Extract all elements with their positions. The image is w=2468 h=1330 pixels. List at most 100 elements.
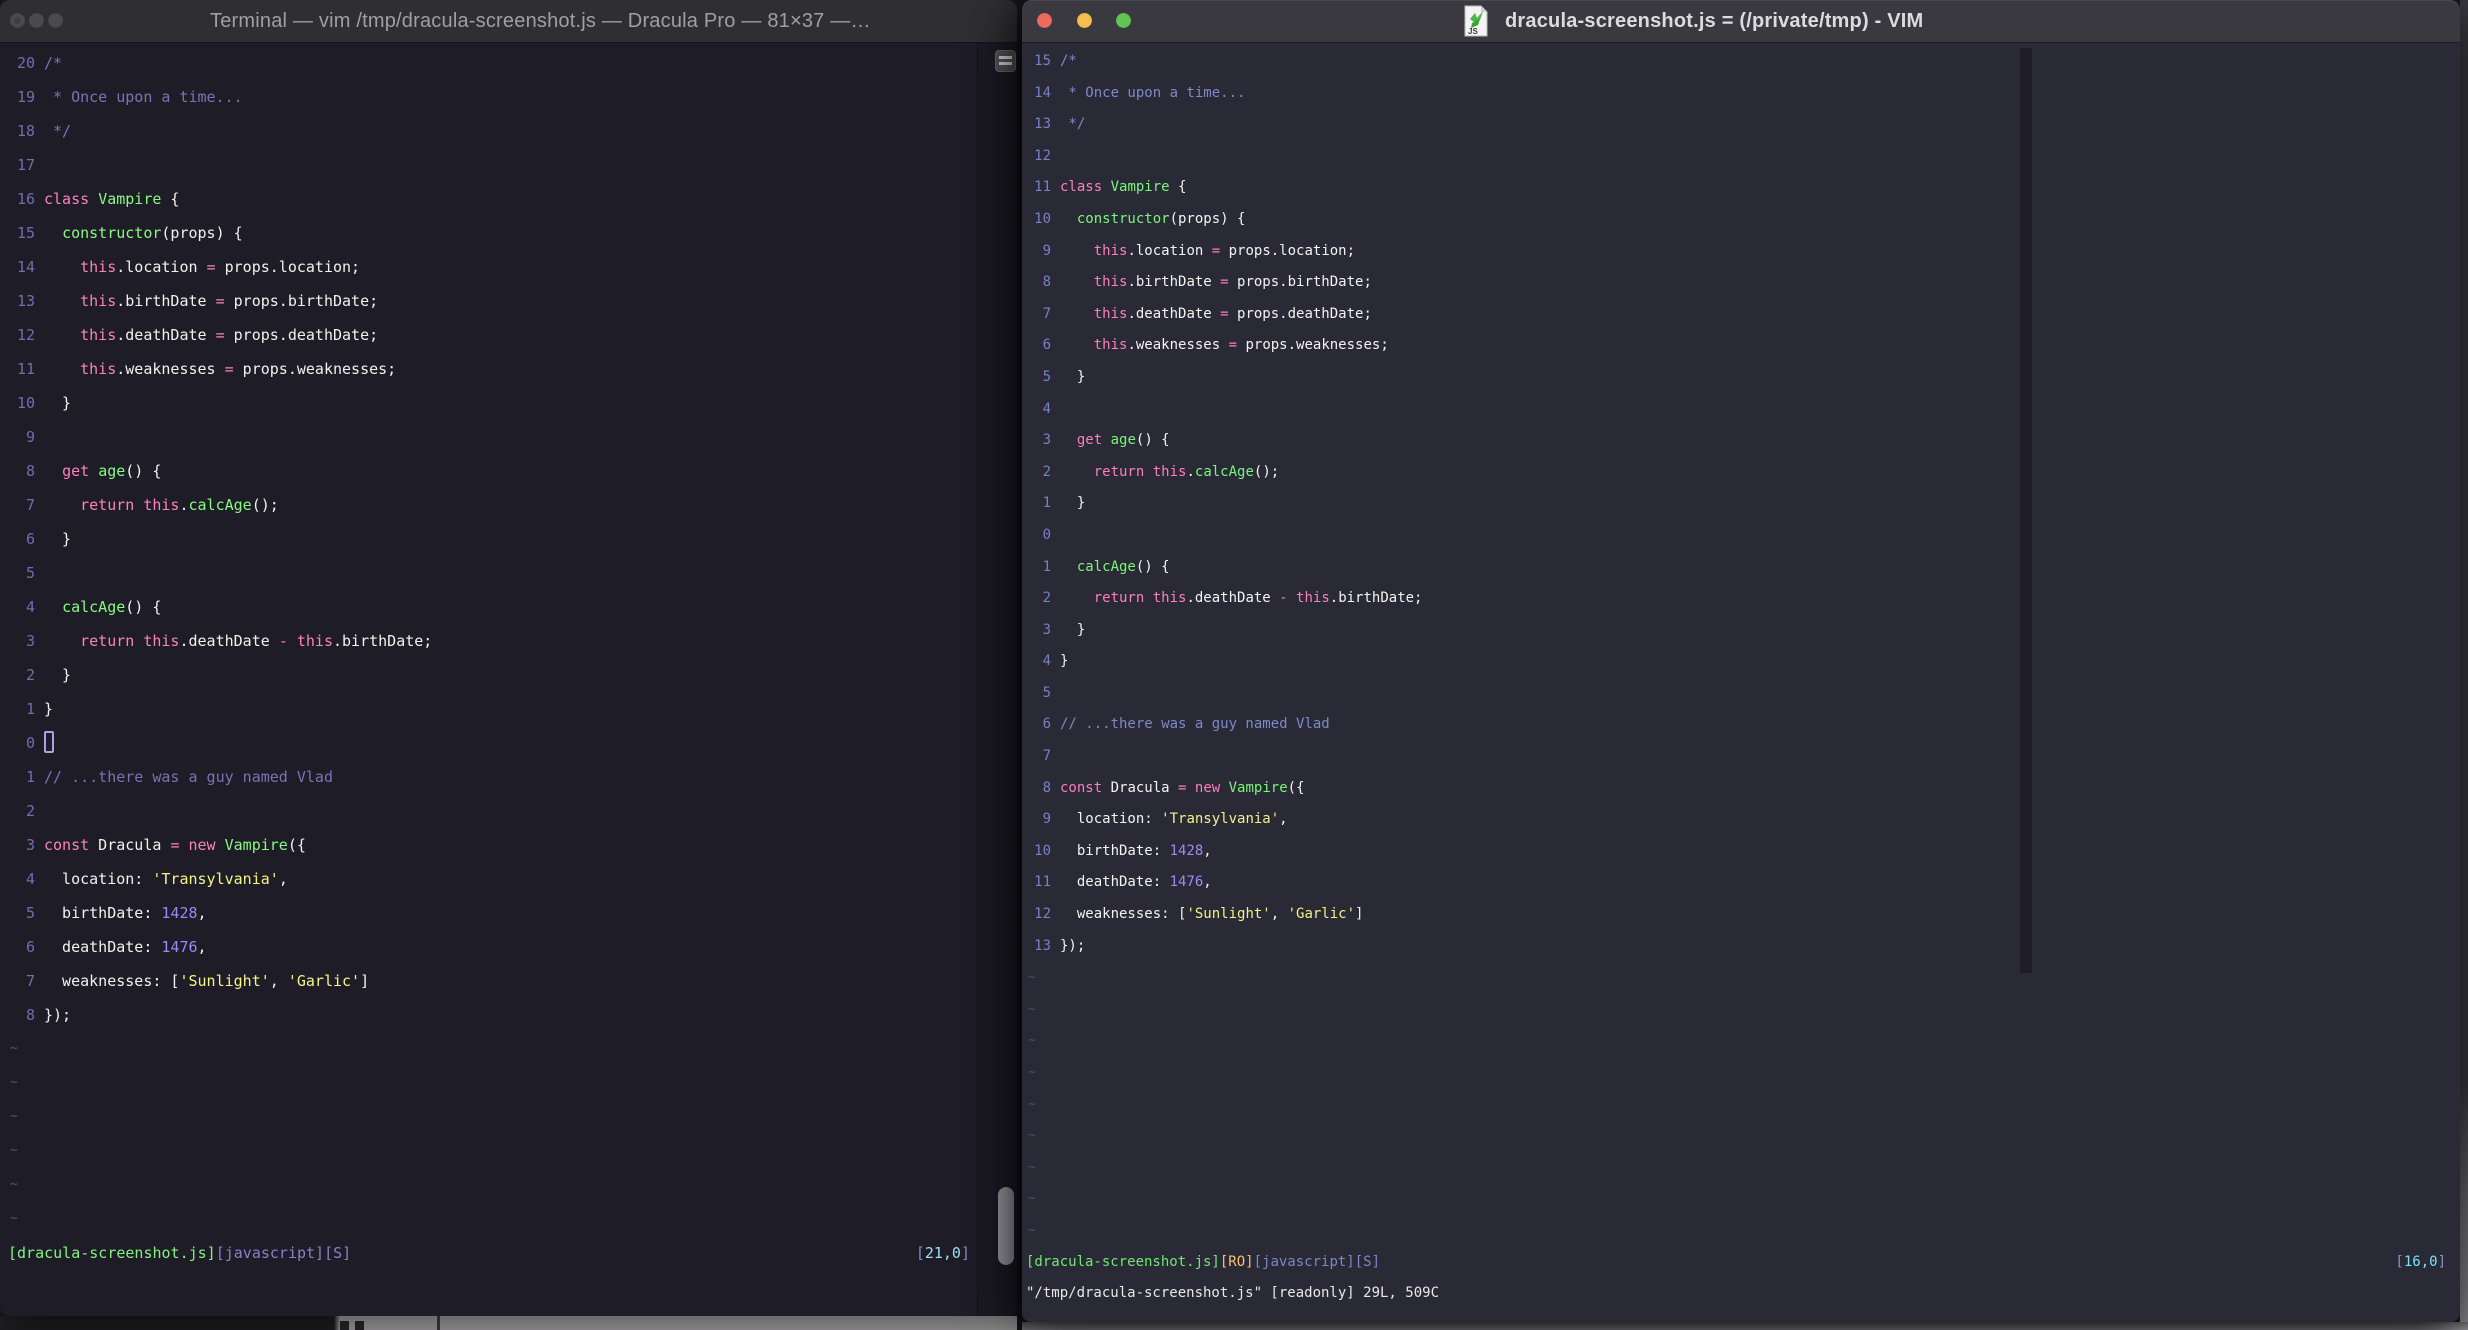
code-line[interactable]: 14 * Once upon a time...: [1026, 78, 2450, 110]
relative-line-number: 4: [1042, 400, 1051, 417]
code-line[interactable]: 18 */: [8, 114, 974, 148]
code-line[interactable]: 1}: [8, 692, 974, 726]
code-line[interactable]: 0: [1026, 520, 2450, 552]
code-line[interactable]: 20 /*: [8, 46, 974, 80]
code-token: =: [224, 360, 234, 378]
relative-line-number: 6: [1042, 337, 1051, 354]
zoom-button[interactable]: [1116, 13, 1131, 28]
macvim-buffer[interactable]: 15/* 14 * Once upon a time... 13 */12 11 cla…: [1022, 43, 2460, 1322]
minimize-button[interactable]: [1077, 13, 1092, 28]
terminal-vim-buffer[interactable]: 20/* 19 * Once upon a time... 18 */17 16 cla…: [0, 43, 1017, 1316]
code-line[interactable]: 7 return this.calcAge();: [8, 488, 974, 522]
code-line[interactable]: 8 const Dracula = new Vampire({: [1026, 773, 2450, 805]
terminal-scrollbar-track[interactable]: [977, 43, 1017, 1316]
code-line[interactable]: 19 * Once upon a time...: [8, 80, 974, 114]
minimize-button-inactive[interactable]: [29, 13, 44, 28]
code-token: .birthDate: [1127, 274, 1221, 291]
code-line[interactable]: 10 }: [8, 386, 974, 420]
code-line[interactable]: 14 this.location = props.location;: [8, 250, 974, 284]
code-token: calcAge: [188, 496, 252, 514]
code-line[interactable]: 7 this.deathDate = props.deathDate;: [1026, 299, 2450, 331]
code-token: =: [215, 326, 225, 344]
code-token: }: [1060, 653, 1069, 670]
code-line[interactable]: 2 return this.calcAge();: [1026, 457, 2450, 489]
code-line[interactable]: 5: [1026, 678, 2450, 710]
code-token: return: [80, 632, 135, 650]
empty-buffer-tilde: ~: [10, 1041, 18, 1056]
code-line[interactable]: 15 /*: [1026, 46, 2450, 78]
code-line[interactable]: 1 calcAge() {: [1026, 552, 2450, 584]
code-line[interactable]: 4: [1026, 394, 2450, 426]
code-line[interactable]: 13});: [1026, 931, 2450, 963]
code-line[interactable]: 3 const Dracula = new Vampire({: [8, 828, 974, 862]
code-line[interactable]: 0: [8, 726, 974, 760]
code-line[interactable]: 7: [1026, 741, 2450, 773]
code-line[interactable]: 11 this.weaknesses = props.weaknesses;: [8, 352, 974, 386]
close-button[interactable]: [1037, 13, 1052, 28]
code-token: }: [44, 394, 72, 412]
macvim-scrollbar-groove[interactable]: [2020, 48, 2032, 973]
code-line[interactable]: 6 // ...there was a guy named Vlad: [1026, 709, 2450, 741]
code-line[interactable]: 16 class Vampire {: [8, 182, 974, 216]
vim-hollow-cursor: [44, 730, 54, 753]
code-line[interactable]: 1 // ...there was a guy named Vlad: [8, 760, 974, 794]
code-line[interactable]: 12 weaknesses: ['Sunlight', 'Garlic']: [1026, 899, 2450, 931]
code-line[interactable]: 2 }: [8, 658, 974, 692]
code-line[interactable]: 6 this.weaknesses = props.weaknesses;: [1026, 330, 2450, 362]
code-line[interactable]: 3 get age() {: [1026, 425, 2450, 457]
code-line[interactable]: 5 }: [1026, 362, 2450, 394]
terminal-titlebar[interactable]: Terminal — vim /tmp/dracula-screenshot.j…: [0, 0, 1017, 43]
code-line[interactable]: 9 location: 'Transylvania',: [1026, 804, 2450, 836]
code-line[interactable]: 5 birthDate: 1428,: [8, 896, 974, 930]
code-line[interactable]: 2 return this.deathDate - this.birthDate…: [1026, 583, 2450, 615]
code-line[interactable]: 9: [8, 420, 974, 454]
empty-buffer-tilde: ~: [1028, 1033, 1036, 1049]
code-line[interactable]: 8});: [8, 998, 974, 1032]
code-line[interactable]: 9 this.location = props.location;: [1026, 236, 2450, 268]
code-token: .deathDate: [116, 326, 216, 344]
code-line[interactable]: 6 deathDate: 1476,: [8, 930, 974, 964]
code-line[interactable]: 2: [8, 794, 974, 828]
code-line[interactable]: 10 constructor(props) {: [1026, 204, 2450, 236]
code-line[interactable]: 8 this.birthDate = props.birthDate;: [1026, 267, 2450, 299]
code-line[interactable]: 6 }: [8, 522, 974, 556]
code-token: [dracula-screenshot.js]: [8, 1244, 216, 1262]
code-line[interactable]: 11 class Vampire {: [1026, 172, 2450, 204]
code-line[interactable]: 13 this.birthDate = props.birthDate;: [8, 284, 974, 318]
code-line[interactable]: 4}: [1026, 646, 2450, 678]
code-line[interactable]: 12: [1026, 141, 2450, 173]
code-token: ();: [1253, 463, 1280, 480]
relative-line-number: 9: [1042, 811, 1051, 828]
code-token: .weaknesses: [116, 360, 225, 378]
code-token: =: [206, 258, 216, 276]
code-token: ]: [960, 1244, 970, 1262]
zoom-button-inactive[interactable]: [48, 13, 63, 28]
code-line[interactable]: 15 constructor(props) {: [8, 216, 974, 250]
code-line[interactable]: 10 birthDate: 1428,: [1026, 836, 2450, 868]
code-line[interactable]: 3 return this.deathDate - this.birthDate…: [8, 624, 974, 658]
code-line[interactable]: 3 }: [1026, 615, 2450, 647]
close-button-inactive[interactable]: [10, 13, 25, 28]
code-line[interactable]: 12 this.deathDate = props.deathDate;: [8, 318, 974, 352]
relative-line-number: 3: [25, 836, 35, 854]
code-token: constructor: [62, 224, 162, 242]
document-js-icon[interactable]: JS: [1463, 5, 1489, 37]
code-token: calcAge: [1076, 558, 1136, 575]
macvim-titlebar[interactable]: JS dracula-screenshot.js = (/private/tmp…: [1022, 0, 2460, 43]
code-line[interactable]: 13 */: [1026, 109, 2450, 141]
relative-line-number: 1: [1042, 495, 1051, 512]
code-token: // ...there was a guy named Vlad: [1060, 716, 1330, 733]
split-pane-button[interactable]: [995, 50, 1016, 72]
code-line[interactable]: 11 deathDate: 1476,: [1026, 867, 2450, 899]
code-line[interactable]: 5: [8, 556, 974, 590]
code-line[interactable]: 4 calcAge() {: [8, 590, 974, 624]
code-line[interactable]: 1 }: [1026, 488, 2450, 520]
code-line[interactable]: 17: [8, 148, 974, 182]
code-line[interactable]: 8 get age() {: [8, 454, 974, 488]
code-token: .birthDate;: [333, 632, 433, 650]
terminal-scrollbar-thumb[interactable]: [998, 1187, 1014, 1265]
code-line[interactable]: 7 weaknesses: ['Sunlight', 'Garlic']: [8, 964, 974, 998]
code-line[interactable]: 4 location: 'Transylvania',: [8, 862, 974, 896]
